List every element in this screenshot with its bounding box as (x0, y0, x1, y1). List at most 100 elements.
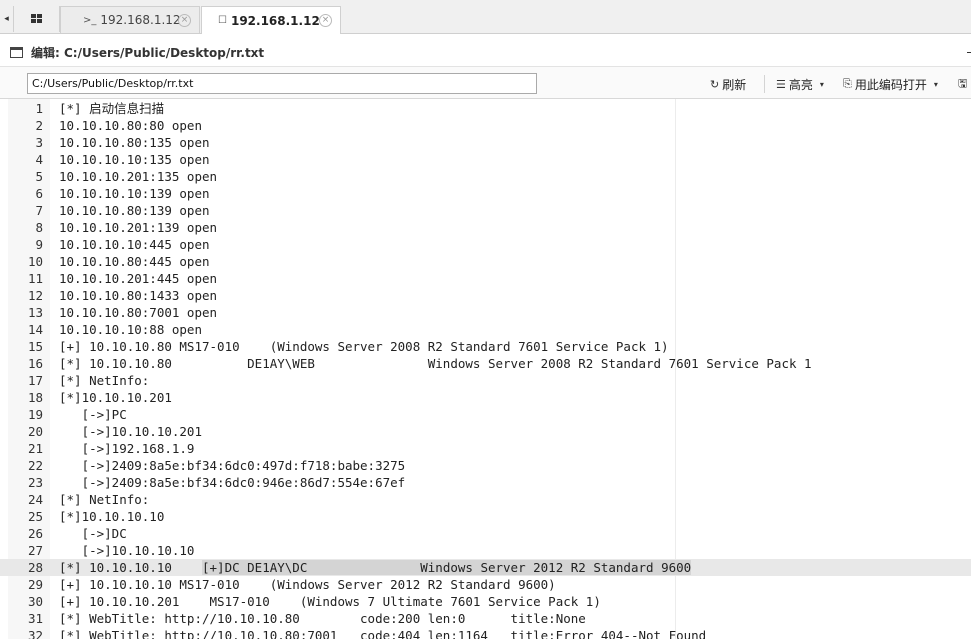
line-text: [*] 10.10.10.80 DE1AY\WEB Windows Server… (59, 356, 812, 371)
line-number: 32 (27, 628, 43, 639)
editor-line[interactable]: 8 10.10.10.201:139 open (0, 219, 971, 236)
tab-scroll-left-button[interactable]: ◂ (0, 6, 14, 32)
list-icon: ☰ (776, 77, 786, 91)
highlight-label: 高亮 (788, 77, 813, 92)
line-number: 5 (35, 169, 43, 184)
line-number: 27 (27, 543, 43, 558)
editor-line[interactable]: 17 [*] NetInfo: (0, 372, 971, 389)
open-with-encoding-dropdown[interactable]: ⎘ 用此编码打开 ▾ (843, 74, 938, 94)
line-number: 31 (27, 611, 43, 626)
editor-line[interactable]: 24 [*] NetInfo: (0, 491, 971, 508)
line-number: 22 (27, 458, 43, 473)
line-text: 10.10.10.10:88 open (59, 322, 202, 337)
tab-files[interactable]: ☐ 192.168.1.12 × (201, 6, 341, 34)
line-text: [->]2409:8a5e:bf34:6dc0:497d:f718:babe:3… (59, 458, 406, 473)
line-number: 29 (27, 577, 43, 592)
line-text: [+] 10.10.10.201 MS17-010 (Windows 7 Ult… (59, 594, 601, 609)
editor-line[interactable]: 28 [*] 10.10.10.10 [+]DC DE1AY\DC Windows… (0, 559, 971, 576)
save-button[interactable]: 🖫 (958, 74, 970, 94)
line-text: 10.10.10.80:445 open (59, 254, 210, 269)
line-number: 13 (27, 305, 43, 320)
line-text: [->]2409:8a5e:bf34:6dc0:946e:86d7:554e:6… (59, 475, 406, 490)
editor-line[interactable]: 15 [+] 10.10.10.80 MS17-010 (Windows Serv… (0, 338, 971, 355)
editor-line[interactable]: 10 10.10.10.80:445 open (0, 253, 971, 270)
editor-line[interactable]: 31 [*] WebTitle: http://10.10.10.80 code:… (0, 610, 971, 627)
editor-line[interactable]: 20 [->]10.10.10.201 (0, 423, 971, 440)
editor-line[interactable]: 5 10.10.10.201:135 open (0, 168, 971, 185)
line-number: 8 (35, 220, 43, 235)
line-number: 24 (27, 492, 43, 507)
refresh-button[interactable]: ↻ 刷新 (710, 74, 746, 94)
selected-text: [+]DC DE1AY\DC Windows Server 2012 R2 St… (202, 560, 692, 575)
editor-line[interactable]: 25 [*]10.10.10.10 (0, 508, 971, 525)
line-number: 30 (27, 594, 43, 609)
editor-line[interactable]: 18 [*]10.10.10.201 (0, 389, 971, 406)
toolbar-divider (764, 75, 765, 93)
save-icon: 🖫 (958, 76, 968, 90)
editor-line[interactable]: 2 10.10.10.80:80 open (0, 117, 971, 134)
editor-line[interactable]: 13 10.10.10.80:7001 open (0, 304, 971, 321)
window-icon (10, 46, 23, 58)
line-text: [*] 启动信息扫描 (59, 101, 165, 116)
folder-icon: ☐ (218, 15, 227, 26)
editor-line[interactable]: 30 [+] 10.10.10.201 MS17-010 (Windows 7 U… (0, 593, 971, 610)
tab-close-icon[interactable]: × (319, 14, 332, 27)
editor-line[interactable]: 16 [*] 10.10.10.80 DE1AY\WEB Windows Serv… (0, 355, 971, 372)
text-editor[interactable]: 1 [*] 启动信息扫描 2 10.10.10.80:80 open 3 10.10.10… (0, 99, 971, 639)
editor-line[interactable]: 6 10.10.10.10:139 open (0, 185, 971, 202)
tab-terminal[interactable]: >_ 192.168.1.12 × (60, 6, 200, 33)
line-text: [+] 10.10.10.80 MS17-010 (Windows Server… (59, 339, 669, 354)
minimize-icon[interactable] (967, 52, 971, 53)
line-number: 2 (35, 118, 43, 133)
editor-line[interactable]: 9 10.10.10.10:445 open (0, 236, 971, 253)
grid-menu-button[interactable] (14, 6, 60, 32)
line-number: 3 (35, 135, 43, 150)
line-text: 10.10.10.80:7001 open (59, 305, 218, 320)
highlight-dropdown[interactable]: ☰ 高亮 ▾ (776, 74, 824, 94)
editor-line[interactable]: 27 [->]10.10.10.10 (0, 542, 971, 559)
encoding-icon: ⎘ (843, 77, 852, 90)
editor-line[interactable]: 12 10.10.10.80:1433 open (0, 287, 971, 304)
grid-icon (31, 14, 42, 24)
editor-line[interactable]: 11 10.10.10.201:445 open (0, 270, 971, 287)
editor-line[interactable]: 22 [->]2409:8a5e:bf34:6dc0:497d:f718:bab… (0, 457, 971, 474)
line-number: 10 (27, 254, 43, 269)
line-number: 16 (27, 356, 43, 371)
line-number: 11 (27, 271, 43, 286)
line-text: [+] 10.10.10.10 MS17-010 (Windows Server… (59, 577, 556, 592)
line-text: 10.10.10.80:139 open (59, 203, 210, 218)
tab-bar: ◂ >_ 192.168.1.12 × ☐ 192.168.1.12 × (0, 0, 971, 34)
editor-line[interactable]: 4 10.10.10.10:135 open (0, 151, 971, 168)
line-number: 26 (27, 526, 43, 541)
terminal-icon: >_ (83, 14, 97, 26)
line-number: 9 (35, 237, 43, 252)
editor-line[interactable]: 19 [->]PC (0, 406, 971, 423)
file-path-input[interactable] (27, 73, 537, 94)
line-number: 21 (27, 441, 43, 456)
tab-close-icon[interactable]: × (178, 14, 191, 27)
editor-toolbar: ↻ 刷新 ☰ 高亮 ▾ ⎘ 用此编码打开 ▾ 🖫 (0, 66, 971, 99)
line-text: [*] NetInfo: (59, 373, 150, 388)
refresh-label: 刷新 (722, 77, 747, 92)
editor-line[interactable]: 29 [+] 10.10.10.10 MS17-010 (Windows Serv… (0, 576, 971, 593)
line-number: 15 (27, 339, 43, 354)
chevron-down-icon: ▾ (819, 79, 824, 89)
editor-line[interactable]: 7 10.10.10.80:139 open (0, 202, 971, 219)
line-number: 20 (27, 424, 43, 439)
editor-line[interactable]: 26 [->]DC (0, 525, 971, 542)
line-text: [->]DC (59, 526, 127, 541)
line-text: 10.10.10.201:139 open (59, 220, 218, 235)
editor-line[interactable]: 23 [->]2409:8a5e:bf34:6dc0:946e:86d7:554… (0, 474, 971, 491)
line-text: [->]PC (59, 407, 127, 422)
line-number: 23 (27, 475, 43, 490)
editor-line[interactable]: 1 [*] 启动信息扫描 (0, 100, 971, 117)
refresh-icon: ↻ (710, 77, 720, 91)
editor-line[interactable]: 14 10.10.10.10:88 open (0, 321, 971, 338)
editor-line[interactable]: 32 [*] WebTitle: http://10.10.10.80:7001 … (0, 627, 971, 639)
editor-line[interactable]: 21 [->]192.168.1.9 (0, 440, 971, 457)
editor-line[interactable]: 3 10.10.10.80:135 open (0, 134, 971, 151)
line-text: [*] 10.10.10.10 [+]DC DE1AY\DC Windows S… (59, 559, 692, 576)
line-text: [*] NetInfo: (59, 492, 150, 507)
line-text: [*] WebTitle: http://10.10.10.80:7001 co… (59, 628, 707, 639)
line-text: [->]10.10.10.10 (59, 543, 195, 558)
